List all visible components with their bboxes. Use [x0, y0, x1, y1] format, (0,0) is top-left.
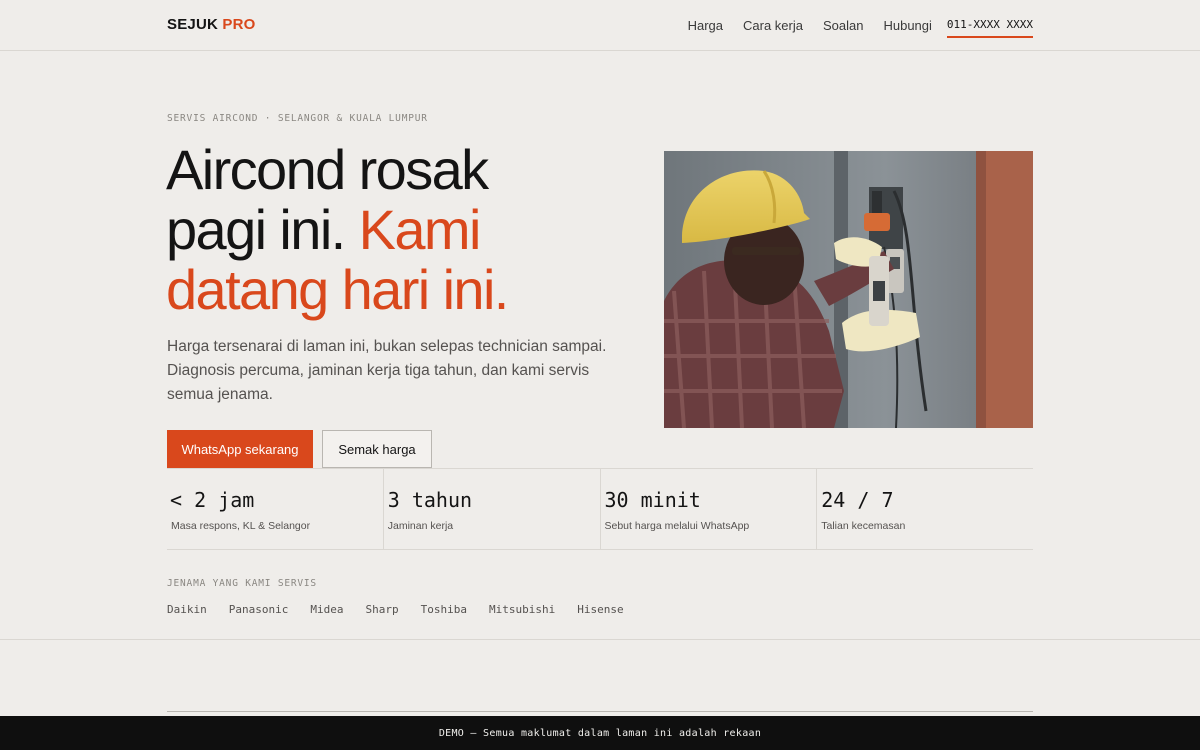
brands-title: JENAMA YANG KAMI SERVIS: [167, 578, 317, 589]
hero-headline: Aircond rosak pagi ini. Kami datang hari…: [166, 140, 636, 320]
footer-divider: [167, 711, 1033, 712]
stat-label: Masa respons, KL & Selangor: [171, 520, 311, 532]
brand-item: Mitsubishi: [488, 603, 556, 616]
brands-list: Daikin Panasonic Midea Sharp Toshiba Mit…: [167, 603, 646, 616]
hero-image-technician: [664, 151, 1033, 428]
stat-value: 3 tahun: [387, 488, 473, 512]
demo-notice-bar: DEMO — Semua maklumat dalam laman ini ad…: [0, 716, 1200, 750]
logo[interactable]: SEJUK PRO: [167, 16, 256, 33]
nav-link-cara-kerja[interactable]: Cara kerja: [743, 18, 803, 33]
nav-link-harga[interactable]: Harga: [688, 18, 723, 33]
technician-illustration: [664, 151, 1033, 428]
main-nav: Harga Cara kerja Soalan Hubungi 011-XXXX…: [688, 14, 1033, 38]
headline-line-2b: Kami: [358, 198, 482, 261]
brand-item: Midea: [310, 603, 344, 616]
headline-line-3: datang hari ini.: [166, 258, 509, 321]
nav-link-hubungi[interactable]: Hubungi: [883, 18, 931, 33]
stat-value: 24 / 7: [821, 488, 894, 512]
stat-label: Jaminan kerja: [387, 520, 454, 532]
stat-value: < 2 jam: [170, 488, 255, 512]
brand-item: Panasonic: [228, 603, 289, 616]
logo-accent: PRO: [222, 16, 256, 33]
stat-label: Sebut harga melalui WhatsApp: [604, 520, 750, 532]
hero-eyebrow: SERVIS AIRCOND · SELANGOR & KUALA LUMPUR: [167, 113, 428, 124]
stat-warranty: 3 tahun Jaminan kerja: [382, 469, 600, 549]
stat-quote-time: 30 minit Sebut harga melalui WhatsApp: [599, 469, 817, 549]
hero-lead: Harga tersenarai di laman ini, bukan sel…: [167, 338, 607, 403]
stat-response-time: < 2 jam Masa respons, KL & Selangor: [167, 469, 383, 549]
page: SEJUK PRO Harga Cara kerja Soalan Hubung…: [0, 0, 1200, 750]
logo-main: SEJUK: [167, 16, 219, 33]
section-divider: [0, 639, 1200, 640]
nav-link-soalan[interactable]: Soalan: [823, 18, 863, 33]
whatsapp-button[interactable]: WhatsApp sekarang: [167, 430, 313, 468]
brand-item: Daikin: [167, 603, 207, 616]
site-header: SEJUK PRO Harga Cara kerja Soalan Hubung…: [0, 0, 1200, 51]
headline-line-2a: pagi ini.: [166, 198, 346, 261]
check-price-button[interactable]: Semak harga: [322, 430, 432, 468]
brand-item: Sharp: [365, 603, 399, 616]
phone-link[interactable]: 011-XXXX XXXX: [946, 18, 1033, 38]
stat-label: Talian kecemasan: [821, 520, 906, 532]
brand-item: Toshiba: [420, 603, 467, 616]
stat-emergency-line: 24 / 7 Talian kecemasan: [816, 469, 1033, 549]
headline-line-1: Aircond rosak: [166, 138, 489, 201]
stat-value: 30 minit: [604, 488, 701, 512]
stats-row: < 2 jam Masa respons, KL & Selangor 3 ta…: [167, 468, 1033, 550]
brand-item: Hisense: [577, 603, 624, 616]
